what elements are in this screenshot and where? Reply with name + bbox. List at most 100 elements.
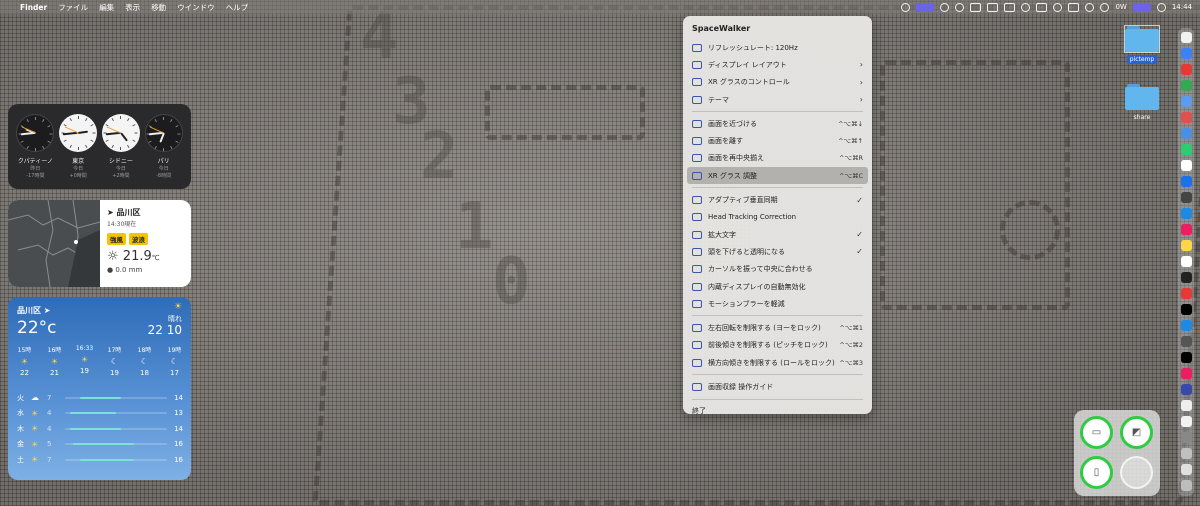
- menu-item[interactable]: Head Tracking Correction: [683, 209, 872, 226]
- dock-app-icon[interactable]: [1180, 96, 1192, 107]
- dock-app-icon[interactable]: [1180, 480, 1192, 491]
- menu-item[interactable]: 画面を再中央揃え ^⌥⌘R: [683, 150, 872, 167]
- dock-app-icon[interactable]: [1180, 432, 1192, 443]
- empty-toggle-button[interactable]: [1120, 456, 1153, 489]
- menu-item[interactable]: 横方向傾きを制限する (ロールをロック) ^⌥⌘3: [683, 354, 872, 371]
- menu-item[interactable]: 拡大文字 ✓: [683, 226, 872, 243]
- dock-app-icon[interactable]: [1180, 224, 1192, 235]
- menu-item[interactable]: リフレッシュレート: 120Hz: [683, 39, 872, 56]
- status-app-icon[interactable]: [901, 2, 911, 12]
- dock-app-icon[interactable]: [1180, 320, 1192, 331]
- dock-app-icon[interactable]: [1180, 32, 1192, 43]
- menu-item[interactable]: XR グラスのコントロール ›: [683, 74, 872, 91]
- dock-app-icon[interactable]: [1180, 240, 1192, 251]
- menu-finder[interactable]: Finder: [20, 3, 47, 12]
- clock-tick: [84, 144, 88, 148]
- window-icon[interactable]: [1036, 2, 1048, 12]
- siri-icon[interactable]: [1156, 2, 1166, 12]
- dock-app-icon[interactable]: [1180, 160, 1192, 171]
- menu-item[interactable]: アダプティブ垂直同期 ✓: [683, 191, 872, 208]
- desktop-folder-pictemp[interactable]: pictemp: [1122, 25, 1162, 64]
- weather-widget[interactable]: 品川区 ➤ 22°c ☀ 晴れ 22 10 15時 ☀ 22 16時 ☀ 21 16…: [8, 297, 191, 480]
- dock-app-icon[interactable]: [1180, 352, 1192, 363]
- menu-item-label: 画面収録 操作ガイド: [708, 382, 774, 391]
- dock-app-icon[interactable]: [1180, 48, 1192, 59]
- dock-app-icon[interactable]: [1180, 208, 1192, 219]
- palette-icon[interactable]: [970, 2, 982, 12]
- dock-app-icon[interactable]: [1180, 464, 1192, 475]
- mouse-toggle-button[interactable]: ▯: [1080, 456, 1113, 489]
- menu-edit[interactable]: 編集: [99, 2, 114, 13]
- sun-icon: ☀: [50, 357, 59, 366]
- menu-item[interactable]: 頭を下げると透明になる ✓: [683, 243, 872, 260]
- wallpaper-slider: [485, 85, 645, 140]
- menu-go[interactable]: 移動: [151, 2, 166, 13]
- window-toggle-button[interactable]: ◩: [1120, 416, 1153, 449]
- weather-location-name: 品川区: [17, 306, 41, 315]
- history-icon[interactable]: [955, 2, 965, 12]
- control-center-icon[interactable]: [1132, 2, 1151, 12]
- rain-unit: mm: [128, 266, 143, 274]
- clock-face: [16, 114, 55, 152]
- menu-item[interactable]: 左右回転を制限する (ヨーをロック) ^⌥⌘1: [683, 319, 872, 336]
- menu-view[interactable]: 表示: [125, 2, 140, 13]
- dock-app-icon[interactable]: [1180, 272, 1192, 283]
- dock-app-icon[interactable]: [1180, 416, 1192, 427]
- status-icon[interactable]: [987, 2, 999, 12]
- menu-item[interactable]: XR グラス 調整 ^⌥⌘C: [687, 167, 868, 185]
- menu-item[interactable]: 画面を近づける ^⌥⌘↓: [683, 115, 872, 132]
- cloud-icon[interactable]: [940, 2, 950, 12]
- low-temp: 4: [47, 424, 52, 433]
- menu-item[interactable]: テーマ ›: [683, 91, 872, 108]
- clock-tick: [177, 133, 181, 135]
- clipboard-icon[interactable]: [1004, 2, 1016, 12]
- dock-app-icon[interactable]: [1180, 144, 1192, 155]
- menu-item[interactable]: モーションブラーを軽減: [683, 295, 872, 312]
- dock-app-icon[interactable]: [1180, 400, 1192, 411]
- dock-app-icon[interactable]: [1180, 64, 1192, 75]
- dock-app-icon[interactable]: [1180, 384, 1192, 395]
- menu-file[interactable]: ファイル: [58, 2, 88, 13]
- dock-app-icon[interactable]: [1180, 256, 1192, 267]
- world-clock-widget[interactable]: クパティーノ 昨日 -17時間 東京 今日 +0時間 シドニー 今日 +2時間 …: [8, 104, 191, 189]
- search-icon[interactable]: [1100, 2, 1110, 12]
- laptop-toggle-button[interactable]: ▭: [1080, 416, 1113, 449]
- dock-app-icon[interactable]: [1180, 304, 1192, 315]
- menu-item[interactable]: 終了: [683, 403, 872, 420]
- dock-app-icon[interactable]: [1180, 336, 1192, 347]
- menu-item-label: 内蔵ディスプレイの自動無効化: [708, 282, 806, 291]
- battery-icon[interactable]: [1068, 2, 1080, 12]
- desktop-folder-share[interactable]: share: [1122, 84, 1162, 122]
- menubar-clock[interactable]: 14:44: [1172, 3, 1192, 11]
- dock-app-icon[interactable]: [1180, 80, 1192, 91]
- bluetooth-icon[interactable]: [1053, 2, 1063, 12]
- menu-item[interactable]: 画面を離す ^⌥⌘↑: [683, 132, 872, 149]
- temp-range-bar: [65, 412, 167, 415]
- menu-item-shortcut: ^⌥⌘1: [839, 324, 863, 333]
- menu-item[interactable]: 前後傾きを制限する (ピッチをロック) ^⌥⌘2: [683, 337, 872, 354]
- menu-item-label: 拡大文字: [708, 230, 736, 239]
- cloud-icon: ☁: [31, 393, 39, 403]
- dock-app-icon[interactable]: [1180, 368, 1192, 379]
- dock-app-icon[interactable]: [1180, 176, 1192, 187]
- menu-help[interactable]: ヘルプ: [226, 2, 249, 13]
- clock-tick: [49, 133, 53, 135]
- menu-item[interactable]: ディスプレイ レイアウト ›: [683, 56, 872, 73]
- clock-tick: [111, 118, 115, 122]
- accessibility-panel: ▭ ◩ ▯: [1074, 410, 1160, 496]
- menu-item-label: リフレッシュレート: 120Hz: [708, 43, 798, 52]
- menu-item[interactable]: 内蔵ディスプレイの自動無効化: [683, 278, 872, 295]
- dock-app-icon[interactable]: [1180, 288, 1192, 299]
- wifi-icon[interactable]: [1085, 2, 1095, 12]
- dock-app-icon[interactable]: [1180, 192, 1192, 203]
- menu-window[interactable]: ウインドウ: [177, 2, 215, 13]
- vsync-icon: [692, 196, 702, 205]
- dock-app-icon[interactable]: [1180, 448, 1192, 459]
- local-weather-widget[interactable]: ➤ 品川区 14:30現在 強風 波浪 ☼ 21.9℃ ● 0.0 mm: [8, 200, 191, 287]
- record-status-icon[interactable]: [1021, 2, 1031, 12]
- menu-item[interactable]: カーソルを振って中央に合わせる: [683, 261, 872, 278]
- spacewalker-menu-icon[interactable]: [916, 2, 935, 12]
- dock-app-icon[interactable]: [1180, 128, 1192, 139]
- menu-item[interactable]: 画面収録 操作ガイド: [683, 378, 872, 395]
- dock-app-icon[interactable]: [1180, 112, 1192, 123]
